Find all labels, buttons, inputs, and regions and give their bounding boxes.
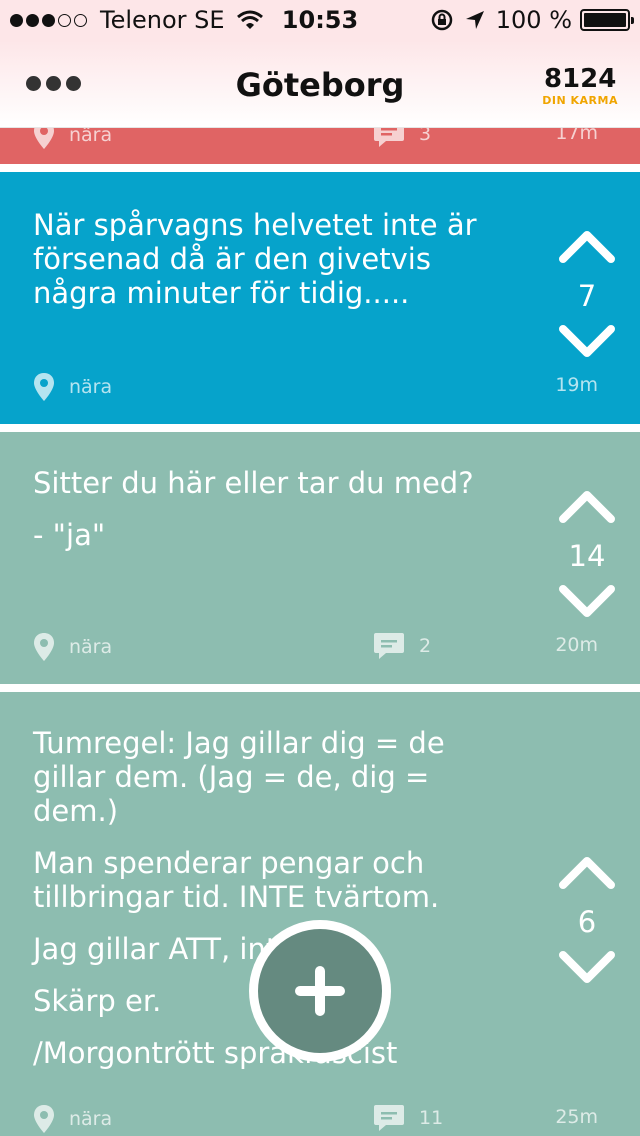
plus-icon	[295, 966, 345, 1016]
vote-control: 6	[556, 854, 618, 990]
location-label: nära	[69, 376, 113, 398]
vote-count: 6	[577, 905, 597, 939]
post-paragraph: Tumregel: Jag gillar dig = de gillar dem…	[33, 726, 445, 828]
post-text: När spårvagns helvetet inte är försenad …	[33, 208, 523, 328]
location-pin-icon	[34, 633, 54, 661]
rotation-lock-icon	[431, 9, 452, 31]
vote-count: 14	[568, 539, 606, 573]
chevron-up-icon[interactable]	[558, 488, 616, 524]
chevron-up-icon[interactable]	[558, 228, 616, 264]
location-arrow-icon	[465, 11, 484, 29]
chevron-up-icon[interactable]	[558, 854, 616, 890]
chevron-down-icon[interactable]	[558, 950, 616, 986]
post-card[interactable]: Tumregel: Jag gillar dig = de gillar dem…	[0, 692, 640, 1136]
status-bar: Telenor SE 10:53 100 %	[0, 0, 640, 40]
post-card[interactable]: När spårvagns helvetet inte är försenad …	[0, 172, 640, 424]
karma-value: 8124	[543, 64, 617, 94]
vote-control: 7	[556, 228, 618, 364]
post-time: 25m	[555, 1106, 598, 1128]
post-meta: nära 19m	[33, 372, 598, 402]
vote-count: 7	[577, 279, 597, 313]
location-pin-icon	[34, 373, 54, 401]
comment-bubble-icon	[374, 1105, 404, 1131]
post-card[interactable]: Sitter du här eller tar du med? - "ja" 1…	[0, 432, 640, 684]
post-paragraph: Sitter du här eller tar du med?	[33, 466, 474, 500]
location-label: nära	[69, 1108, 113, 1130]
post-meta: nära 11 25m	[33, 1104, 598, 1134]
post-time: 19m	[555, 374, 598, 396]
comments-count[interactable]: 11	[373, 1104, 443, 1132]
post-time: 20m	[555, 634, 598, 656]
chevron-down-icon[interactable]	[558, 324, 616, 360]
post-paragraph: När spårvagns helvetet inte är försenad …	[33, 208, 477, 310]
comments-count[interactable]: 2	[373, 632, 431, 660]
post-meta: nära 2 20m	[33, 632, 598, 662]
battery-icon	[580, 9, 634, 31]
karma-label: DIN KARMA	[542, 94, 618, 107]
nav-bar: Göteborg 8124 DIN KARMA	[0, 40, 640, 128]
post-text: Sitter du här eller tar du med? - "ja"	[33, 466, 523, 570]
vote-control: 14	[556, 488, 618, 624]
location-label: nära	[69, 636, 113, 658]
post-paragraph: - "ja"	[33, 518, 106, 552]
chevron-down-icon[interactable]	[558, 584, 616, 620]
add-post-button[interactable]	[249, 920, 391, 1062]
comment-bubble-icon	[374, 633, 404, 659]
location-pin-icon	[34, 1105, 54, 1133]
battery-percent: 100 %	[495, 6, 572, 34]
karma-badge[interactable]: 8124 DIN KARMA	[542, 64, 618, 107]
post-paragraph: Man spenderar pengar och tillbringar tid…	[33, 846, 440, 914]
